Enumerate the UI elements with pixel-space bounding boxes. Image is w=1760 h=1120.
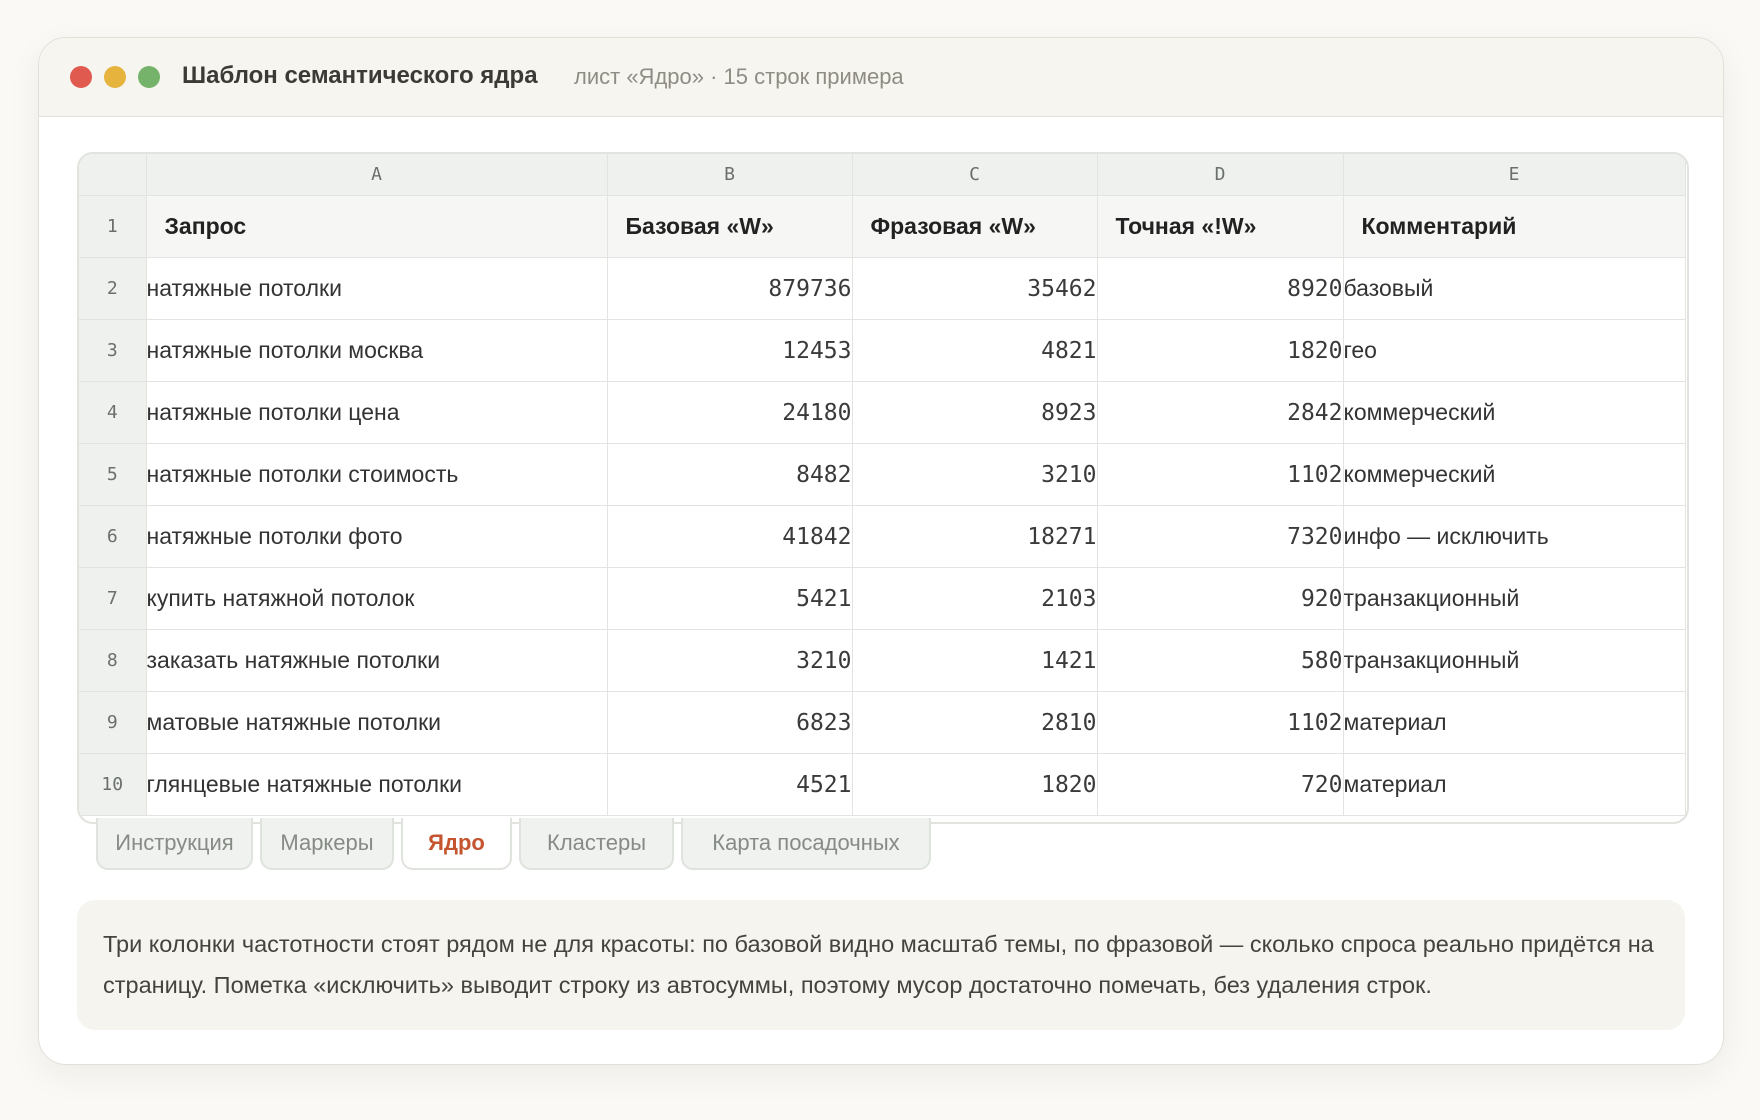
cell-basic-frequency[interactable]: 5421 xyxy=(607,567,853,630)
cell-comment[interactable]: материал xyxy=(1343,691,1686,754)
table-header-row: 1 Запрос Базовая «W» Фразовая «W» Точная… xyxy=(79,195,1686,258)
app-window: Шаблон семантического ядра лист «Ядро» ·… xyxy=(38,37,1724,1065)
tab-core[interactable]: Ядро xyxy=(401,818,512,870)
row-number[interactable]: 2 xyxy=(79,257,147,320)
cell-exact-frequency[interactable]: 580 xyxy=(1097,629,1344,692)
tab-instruction[interactable]: Инструкция xyxy=(96,818,253,870)
table-row: 9 матовые натяжные потолки 6823 2810 1102 мат… xyxy=(79,691,1686,754)
cell-comment[interactable]: базовый xyxy=(1343,257,1686,320)
row-number[interactable]: 1 xyxy=(79,195,147,258)
row-number[interactable]: 4 xyxy=(79,381,147,444)
cell-basic-frequency[interactable]: 879736 xyxy=(607,257,853,320)
column-header-c[interactable]: C xyxy=(852,154,1098,196)
cell-phrase-frequency[interactable]: 2103 xyxy=(852,567,1098,630)
cell-basic-frequency[interactable]: 4521 xyxy=(607,753,853,816)
row-number[interactable]: 7 xyxy=(79,567,147,630)
table-row: 7 купить натяжной потолок 5421 2103 920 транз… xyxy=(79,567,1686,630)
header-cell-phrase[interactable]: Фразовая «W» xyxy=(852,195,1098,258)
header-cell-comment[interactable]: Комментарий xyxy=(1343,195,1686,258)
cell-basic-frequency[interactable]: 8482 xyxy=(607,443,853,506)
row-number[interactable]: 6 xyxy=(79,505,147,568)
cell-exact-frequency[interactable]: 2842 xyxy=(1097,381,1344,444)
cell-comment[interactable]: материал xyxy=(1343,753,1686,816)
table-row: 10 глянцевые натяжные потолки 4521 1820 720 м… xyxy=(79,753,1686,816)
cell-basic-frequency[interactable]: 12453 xyxy=(607,319,853,382)
cell-comment[interactable]: гео xyxy=(1343,319,1686,382)
table-row: 4 натяжные потолки цена 24180 8923 2842 комме… xyxy=(79,381,1686,444)
cell-phrase-frequency[interactable]: 1820 xyxy=(852,753,1098,816)
spreadsheet-grid: A B C D E 1 Запрос Базовая «W» Фразовая … xyxy=(77,152,1689,824)
cell-basic-frequency[interactable]: 41842 xyxy=(607,505,853,568)
cell-phrase-frequency[interactable]: 4821 xyxy=(852,319,1098,382)
cell-exact-frequency[interactable]: 1102 xyxy=(1097,691,1344,754)
minimize-window-button[interactable] xyxy=(104,66,126,88)
select-all-corner[interactable] xyxy=(79,154,147,196)
cell-phrase-frequency[interactable]: 3210 xyxy=(852,443,1098,506)
cell-exact-frequency[interactable]: 1820 xyxy=(1097,319,1344,382)
cell-comment[interactable]: коммерческий xyxy=(1343,443,1686,506)
cell-basic-frequency[interactable]: 6823 xyxy=(607,691,853,754)
maximize-window-button[interactable] xyxy=(138,66,160,88)
table-row: 5 натяжные потолки стоимость 8482 3210 1102 к… xyxy=(79,443,1686,506)
cell-basic-frequency[interactable]: 24180 xyxy=(607,381,853,444)
cell-comment[interactable]: транзакционный xyxy=(1343,629,1686,692)
cell-exact-frequency[interactable]: 720 xyxy=(1097,753,1344,816)
cell-query[interactable]: натяжные потолки фото xyxy=(146,505,608,568)
row-number[interactable]: 5 xyxy=(79,443,147,506)
cell-query[interactable]: купить натяжной потолок xyxy=(146,567,608,630)
table-row: 3 натяжные потолки москва 12453 4821 1820 гео xyxy=(79,319,1686,382)
cell-exact-frequency[interactable]: 8920 xyxy=(1097,257,1344,320)
column-header-d[interactable]: D xyxy=(1097,154,1344,196)
table-row: 8 заказать натяжные потолки 3210 1421 580 тра… xyxy=(79,629,1686,692)
cell-basic-frequency[interactable]: 3210 xyxy=(607,629,853,692)
cell-query[interactable]: глянцевые натяжные потолки xyxy=(146,753,608,816)
column-header-e[interactable]: E xyxy=(1343,154,1686,196)
title-bar: Шаблон семантического ядра лист «Ядро» ·… xyxy=(39,38,1723,117)
column-header-a[interactable]: A xyxy=(146,154,608,196)
cell-query[interactable]: натяжные потолки стоимость xyxy=(146,443,608,506)
cell-phrase-frequency[interactable]: 35462 xyxy=(852,257,1098,320)
row-number[interactable]: 3 xyxy=(79,319,147,382)
cell-phrase-frequency[interactable]: 1421 xyxy=(852,629,1098,692)
cell-phrase-frequency[interactable]: 18271 xyxy=(852,505,1098,568)
cell-query[interactable]: матовые натяжные потолки xyxy=(146,691,608,754)
spreadsheet-table: A B C D E 1 Запрос Базовая «W» Фразовая … xyxy=(79,154,1686,816)
tab-markers[interactable]: Маркеры xyxy=(260,818,394,870)
close-window-button[interactable] xyxy=(70,66,92,88)
window-subtitle: лист «Ядро» · 15 строк примера xyxy=(574,64,904,89)
cell-query[interactable]: натяжные потолки москва xyxy=(146,319,608,382)
tab-landing-map[interactable]: Карта посадочных xyxy=(681,818,931,870)
cell-exact-frequency[interactable]: 920 xyxy=(1097,567,1344,630)
cell-comment[interactable]: инфо — исключить xyxy=(1343,505,1686,568)
explanation-note: Три колонки частотности стоят рядом не д… xyxy=(77,900,1685,1030)
header-cell-exact[interactable]: Точная «!W» xyxy=(1097,195,1344,258)
row-number[interactable]: 8 xyxy=(79,629,147,692)
cell-exact-frequency[interactable]: 1102 xyxy=(1097,443,1344,506)
cell-phrase-frequency[interactable]: 8923 xyxy=(852,381,1098,444)
table-row: 2 натяжные потолки 879736 35462 8920 базовый xyxy=(79,257,1686,320)
cell-exact-frequency[interactable]: 7320 xyxy=(1097,505,1344,568)
cell-query[interactable]: натяжные потолки цена xyxy=(146,381,608,444)
table-row: 6 натяжные потолки фото 41842 18271 7320 инфо… xyxy=(79,505,1686,568)
cell-query[interactable]: заказать натяжные потолки xyxy=(146,629,608,692)
column-header-b[interactable]: B xyxy=(607,154,853,196)
window-title: Шаблон семантического ядра xyxy=(182,62,538,89)
header-cell-basic[interactable]: Базовая «W» xyxy=(607,195,853,258)
cell-query[interactable]: натяжные потолки xyxy=(146,257,608,320)
tab-clusters[interactable]: Кластеры xyxy=(519,818,674,870)
header-cell-query[interactable]: Запрос xyxy=(146,195,608,258)
row-number[interactable]: 9 xyxy=(79,691,147,754)
cell-comment[interactable]: коммерческий xyxy=(1343,381,1686,444)
cell-comment[interactable]: транзакционный xyxy=(1343,567,1686,630)
row-number[interactable]: 10 xyxy=(79,753,147,816)
cell-phrase-frequency[interactable]: 2810 xyxy=(852,691,1098,754)
